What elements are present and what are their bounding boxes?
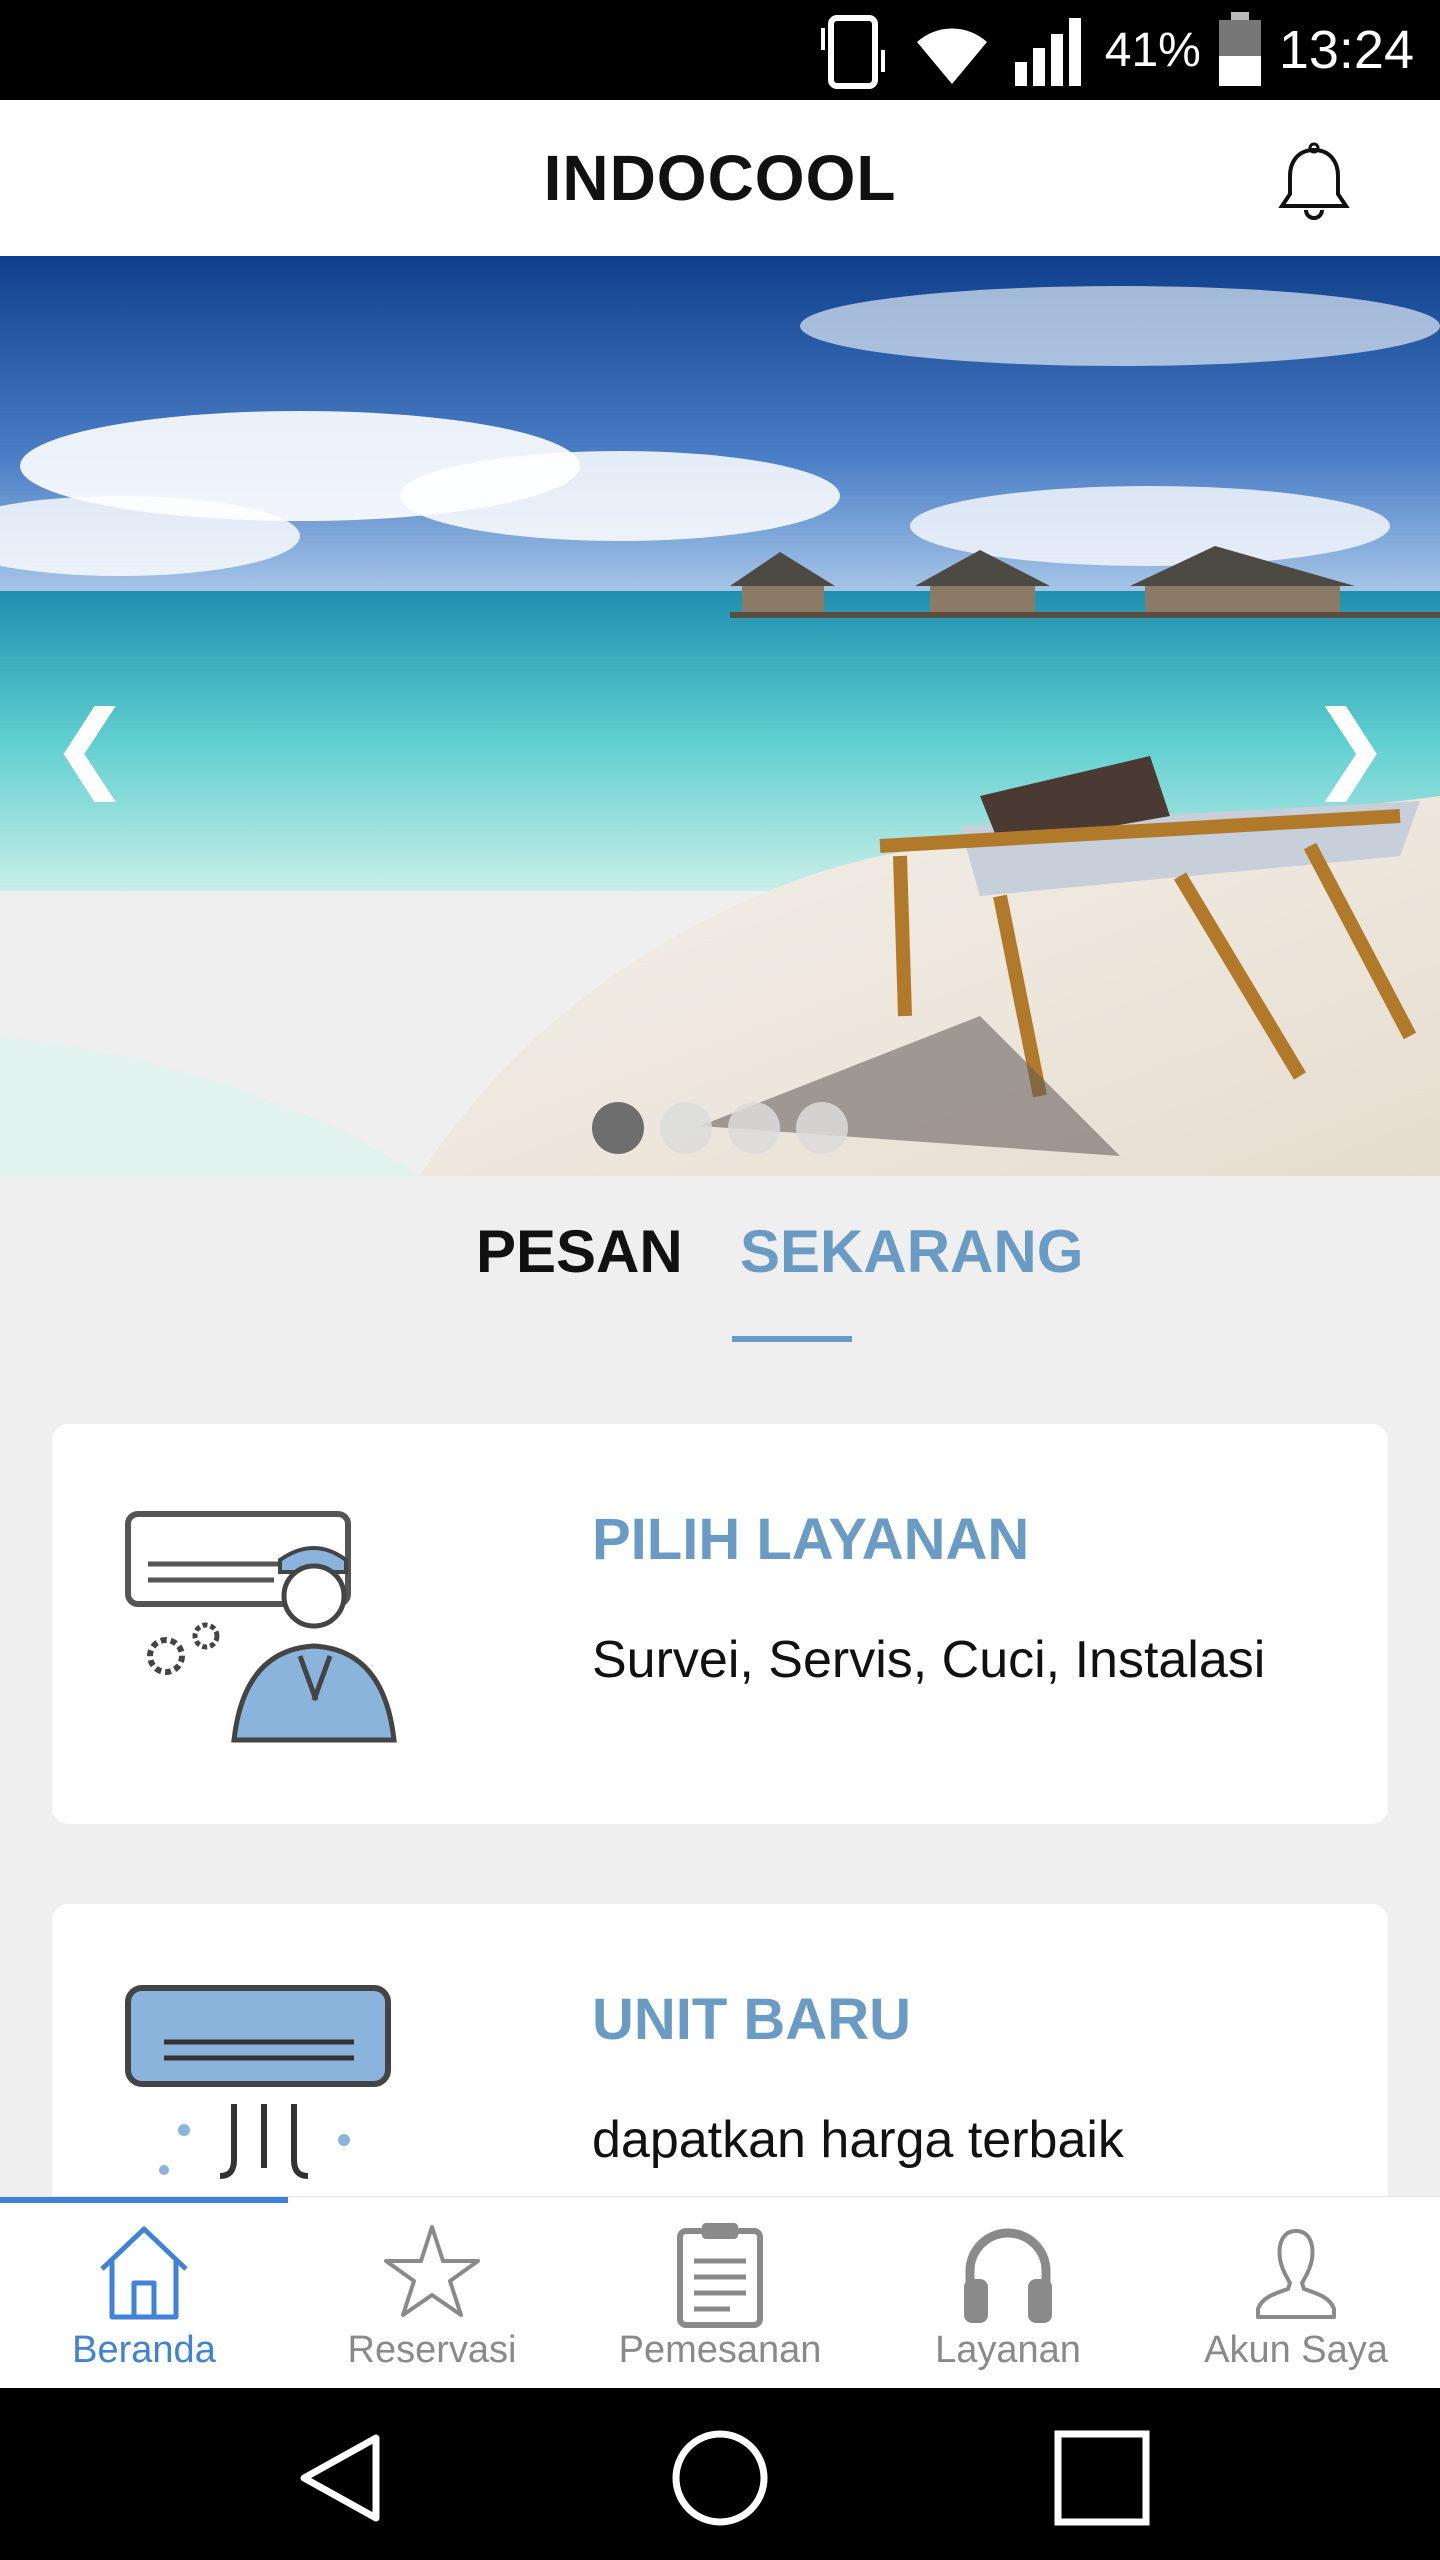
carousel-next-button[interactable]: ❯ [1310,696,1390,796]
nav-item-beranda[interactable]: Beranda [0,2197,288,2389]
nav-label: Reservasi [347,2329,517,2371]
nav-label: Pemesanan [618,2329,822,2371]
card-title: UNIT BARU [592,1987,911,2052]
home-icon [100,2226,188,2320]
nav-item-layanan[interactable]: Layanan [864,2197,1152,2389]
star-icon [384,2225,480,2317]
clipboard-icon [677,2223,763,2328]
home-circle-icon[interactable] [670,2428,770,2528]
recent-apps-icon[interactable] [1052,2428,1152,2528]
beach-banner-image [0,256,1440,1176]
back-icon[interactable] [290,2428,390,2528]
wifi-icon [916,28,987,84]
nav-label: Akun Saya [1204,2329,1388,2371]
battery-percent: 41% [1104,23,1201,77]
signal-icon [1014,18,1081,86]
carousel-dot[interactable] [728,1102,780,1154]
battery-icon [1218,12,1261,86]
system-navigation-bar [0,2388,1440,2560]
nav-item-reservasi[interactable]: Reservasi [288,2197,576,2389]
app-title: INDOCOOL [543,142,897,214]
app-bar: INDOCOOL [0,100,1440,257]
promo-carousel[interactable]: ❮ ❯ [0,256,1440,1176]
headphones-icon [964,2228,1052,2323]
carousel-prev-button[interactable]: ❮ [50,696,130,796]
active-tab-indicator [732,1336,852,1342]
order-tabs: PESAN SEKARANG [0,1176,1440,1426]
bell-icon[interactable] [1276,142,1352,224]
tab-pesan[interactable]: PESAN [476,1212,683,1292]
nav-label: Layanan [935,2329,1081,2371]
vibrate-icon [820,15,885,89]
card-title: PILIH LAYANAN [592,1507,1030,1572]
carousel-dot[interactable] [660,1102,712,1154]
status-icons: 41% 13:24 [813,0,1414,100]
air-conditioner-icon [125,1985,391,2179]
nav-item-akun-saya[interactable]: Akun Saya [1152,2197,1440,2389]
technician-icon [125,1511,397,1743]
carousel-dot[interactable] [796,1102,848,1154]
service-card-pilih-layanan[interactable]: PILIH LAYANAN Survei, Servis, Cuci, Inst… [52,1424,1388,1824]
carousel-dot[interactable] [592,1102,644,1154]
bottom-navigation: Beranda Reservasi Pemesanan Layanan Akun… [0,2196,1440,2389]
card-subtitle: dapatkan harga terbaik [592,2111,1124,2169]
carousel-pagination [0,1102,1440,1154]
user-icon [1256,2229,1336,2319]
card-subtitle: Survei, Servis, Cuci, Instalasi [592,1631,1266,1689]
nav-label: Beranda [72,2329,216,2371]
nav-item-pemesanan[interactable]: Pemesanan [576,2197,864,2389]
tab-sekarang[interactable]: SEKARANG [740,1212,1083,1292]
clock: 13:24 [1278,20,1414,80]
status-bar: 41% 13:24 [0,0,1440,100]
